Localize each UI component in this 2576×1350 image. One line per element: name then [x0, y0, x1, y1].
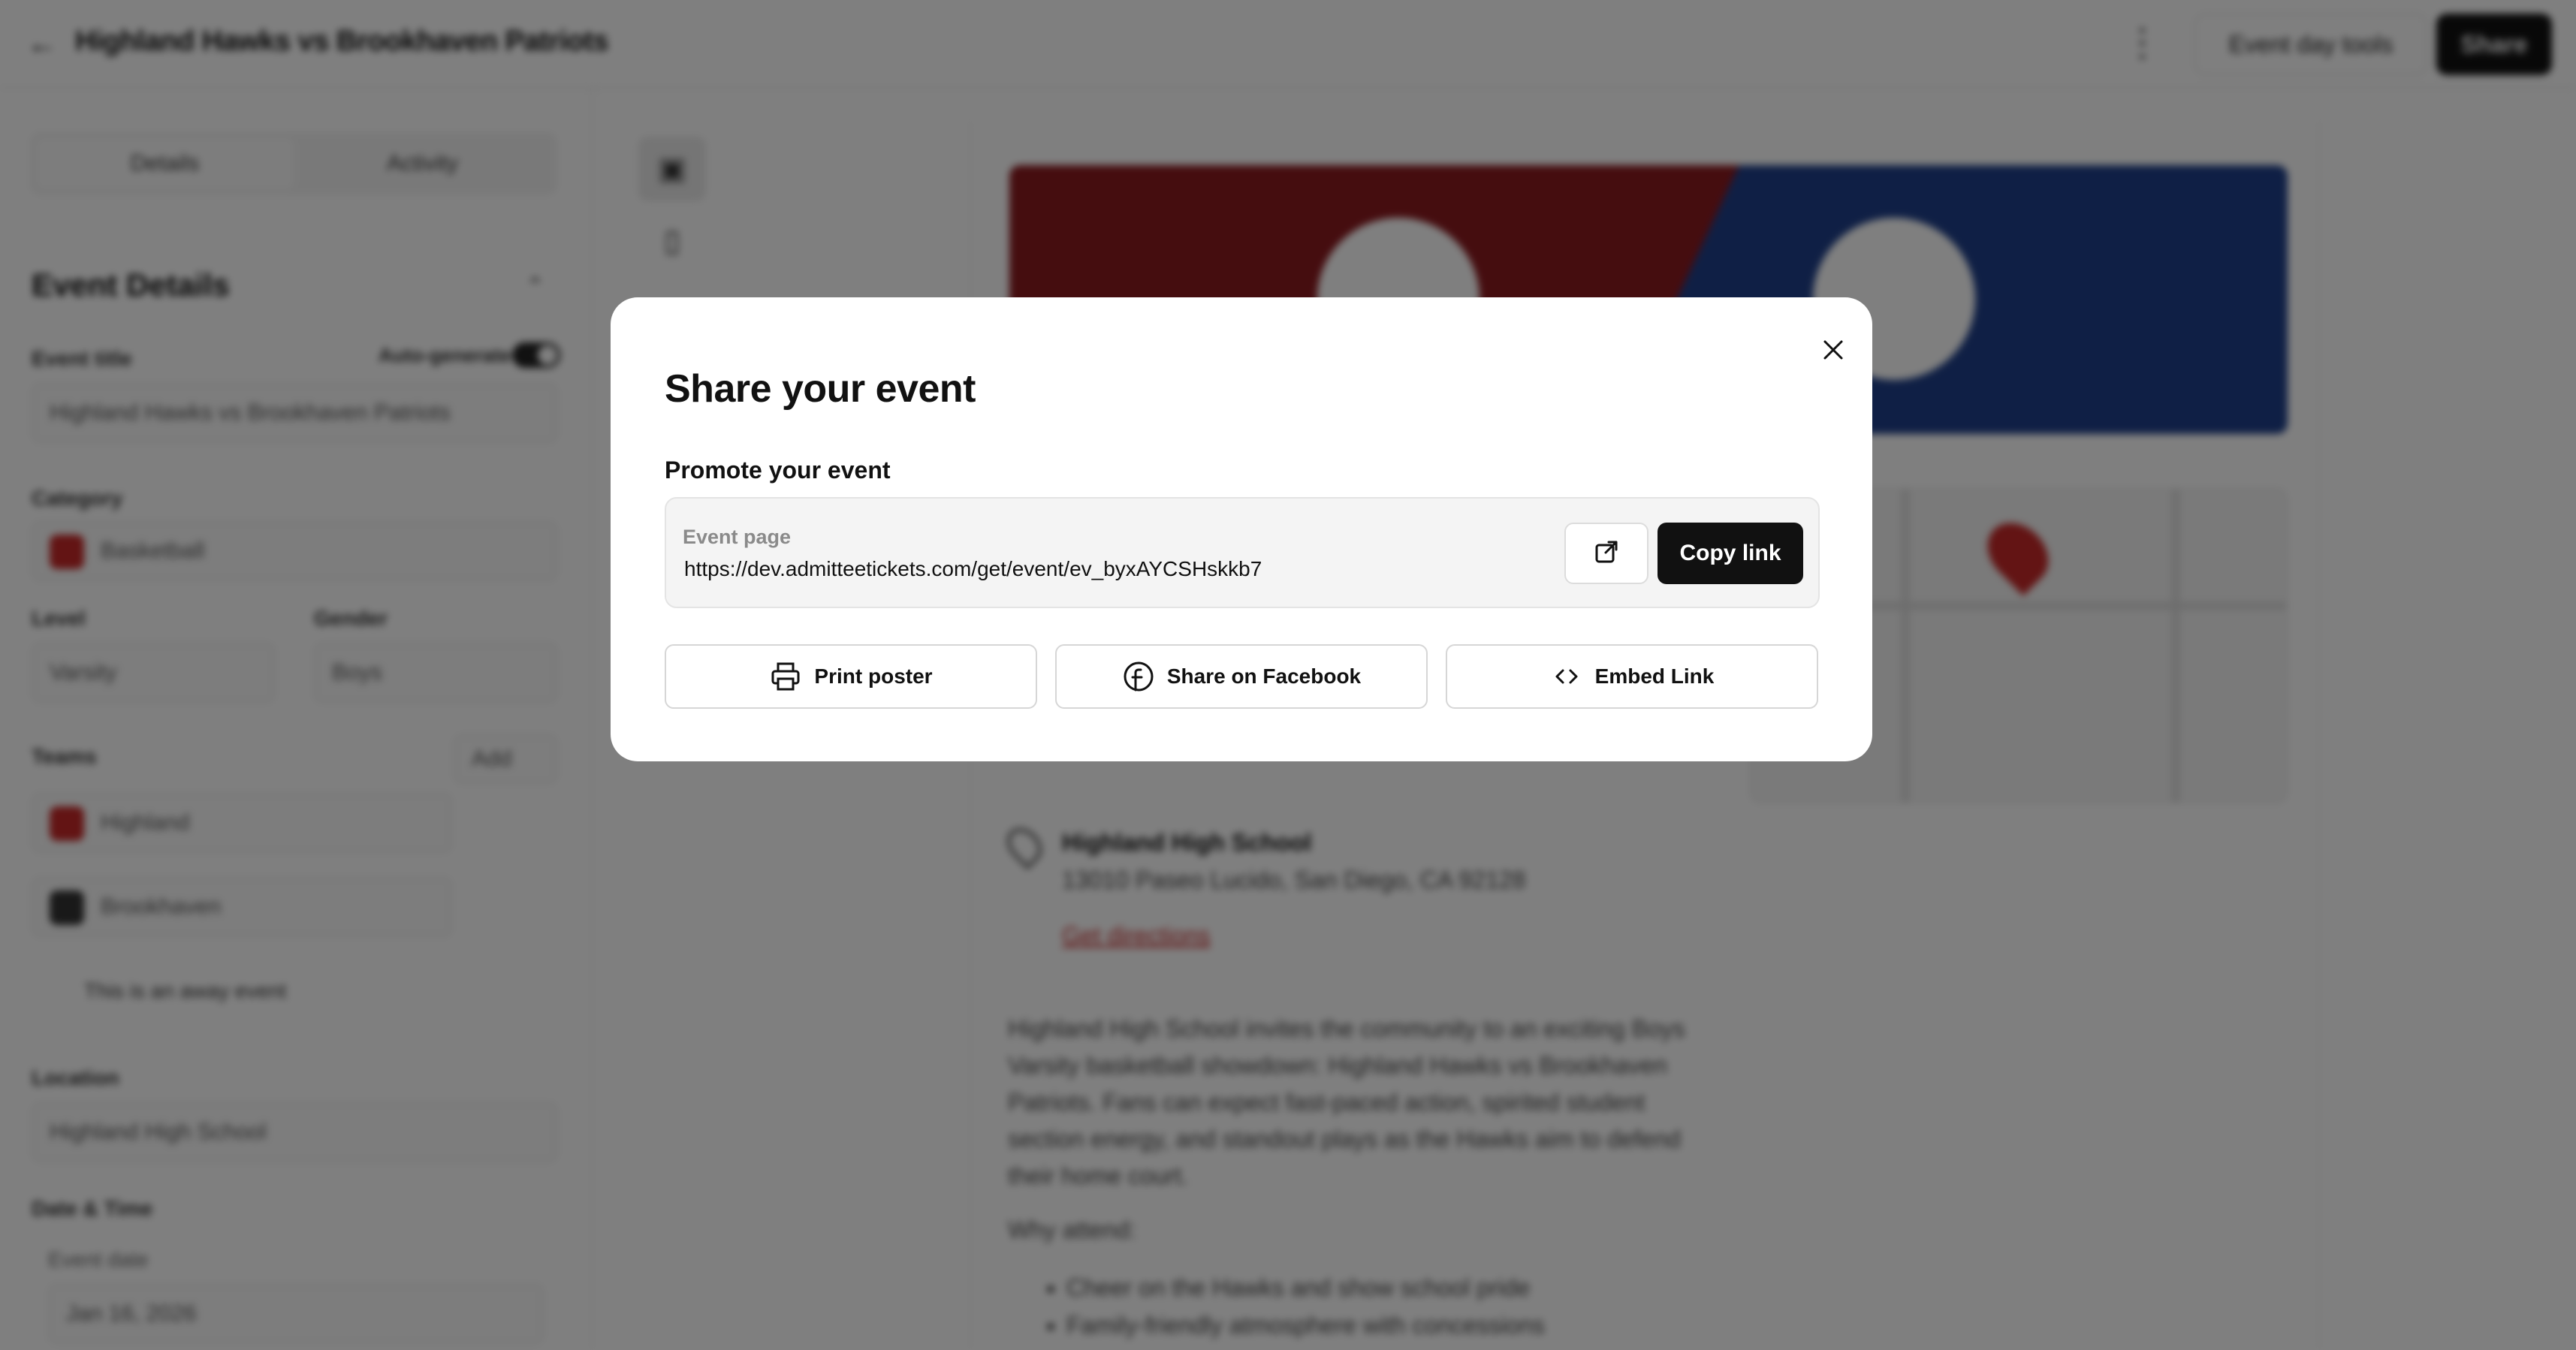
- embed-link-button[interactable]: Embed Link: [1446, 644, 1818, 709]
- event-url[interactable]: https://dev.admitteetickets.com/get/even…: [684, 557, 1262, 581]
- share-facebook-button[interactable]: Share on Facebook: [1055, 644, 1428, 709]
- external-link-icon: [1594, 539, 1619, 568]
- code-icon: [1550, 660, 1583, 693]
- event-link-box: Event page https://dev.admitteetickets.c…: [665, 497, 1820, 608]
- modal-title: Share your event: [665, 367, 976, 411]
- print-poster-label: Print poster: [814, 664, 933, 688]
- facebook-icon: [1122, 660, 1155, 693]
- open-link-button[interactable]: [1564, 523, 1648, 584]
- share-facebook-label: Share on Facebook: [1166, 664, 1362, 688]
- promote-label: Promote your event: [665, 457, 891, 484]
- copy-link-button[interactable]: Copy link: [1658, 523, 1803, 584]
- print-poster-button[interactable]: Print poster: [665, 644, 1037, 709]
- share-modal: Share your event Promote your event Even…: [611, 297, 1872, 761]
- close-icon[interactable]: [1811, 327, 1856, 372]
- printer-icon: [769, 660, 802, 693]
- event-page-label: Event page: [683, 526, 792, 548]
- embed-link-label: Embed Link: [1594, 664, 1715, 688]
